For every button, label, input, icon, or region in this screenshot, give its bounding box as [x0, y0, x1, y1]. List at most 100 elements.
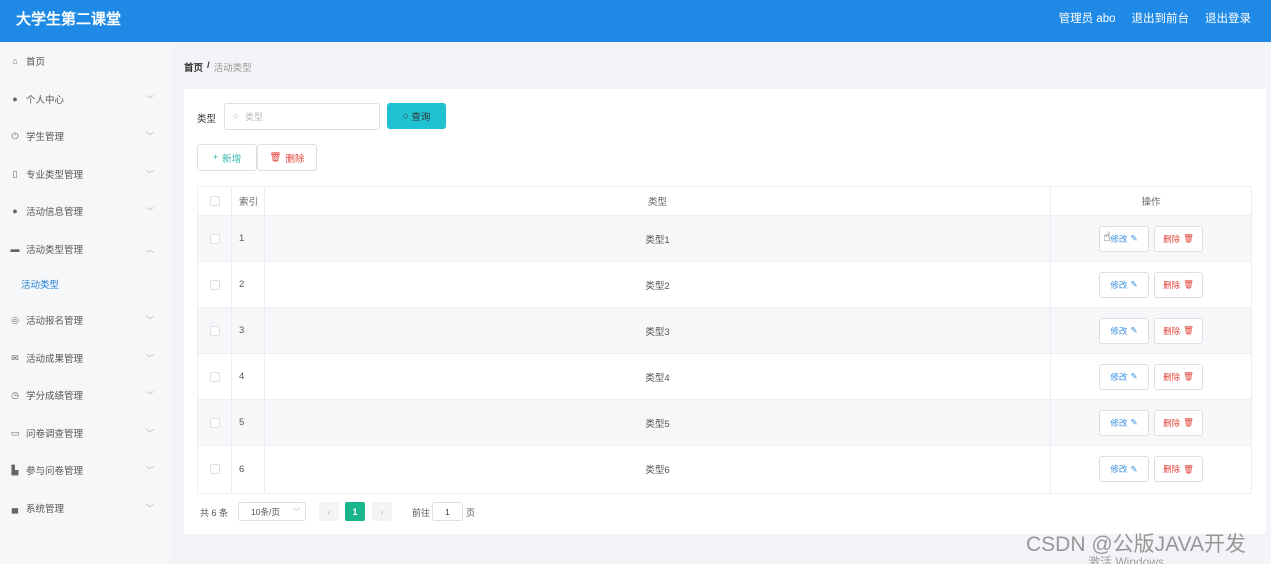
delete-label: 删除 — [1163, 325, 1181, 336]
sidebar-item-label: 活动成果管理 — [26, 354, 84, 365]
sidebar-item-system[interactable]: ▄ 系统管理 ﹀ — [0, 493, 170, 523]
page-number-current[interactable]: 1 — [345, 502, 365, 521]
select-all-checkbox[interactable] — [209, 196, 220, 206]
plus-icon: + — [212, 152, 219, 163]
delete-button[interactable]: 删除 🗑 — [1154, 317, 1203, 344]
add-button[interactable]: + 新增 — [197, 144, 257, 171]
search-icon: ○ — [233, 111, 239, 121]
row-ops: 修改 ✎ 删除 🗑 — [1051, 446, 1251, 492]
top-right-menu: 管理员 abo 退出到前台 退出登录 — [1059, 10, 1251, 26]
delete-label: 删除 — [1163, 417, 1181, 428]
pin-icon: ● — [12, 206, 18, 216]
sidebar-item-results[interactable]: ✉ 活动成果管理 ﹀ — [0, 343, 170, 373]
trash-icon: 🗑 — [1183, 371, 1194, 381]
edit-button[interactable]: 修改 ✎ — [1099, 363, 1149, 390]
chevron-down-icon: ﹀ — [146, 465, 154, 475]
row-checkbox[interactable] — [209, 417, 220, 428]
breadcrumb-separator: / — [207, 60, 210, 71]
table-row: 6 类型6 修改 ✎ 删除 🗑 — [198, 446, 1251, 492]
row-checkbox[interactable] — [209, 325, 220, 336]
edit-label: 修改 — [1110, 371, 1128, 382]
row-checkbox[interactable] — [209, 233, 220, 244]
trash-icon: 🗑 — [1183, 325, 1194, 335]
data-table: 索引 类型 操作 1 类型1 修改 ✎ 删除 🗑 2 类型2 修改 ✎ 删除 🗑 3 类… — [197, 186, 1252, 494]
edit-button[interactable]: 修改 ✎ — [1099, 317, 1149, 344]
sidebar-item-students[interactable]: ⏻ 学生管理 ﹀ — [0, 121, 170, 151]
edit-icon: ✎ — [1130, 325, 1138, 335]
prev-page-button[interactable]: ‹ — [319, 502, 339, 521]
sidebar-item-label: 问卷调查管理 — [26, 429, 84, 440]
sidebar-item-label: 个人中心 — [26, 95, 65, 106]
sidebar-item-label: 参与问卷管理 — [26, 466, 84, 477]
delete-button[interactable]: 删除 🗑 — [1154, 363, 1203, 390]
logout-link[interactable]: 退出登录 — [1205, 10, 1251, 26]
bulk-delete-button[interactable]: 🗑 删除 — [257, 144, 317, 171]
trash-icon: 🗑 — [1183, 279, 1194, 289]
delete-button[interactable]: 删除 🗑 — [1154, 456, 1203, 482]
row-index: 2 — [232, 262, 265, 307]
query-button[interactable]: ○ 查询 — [387, 103, 446, 129]
breadcrumb-current: 活动类型 — [213, 63, 252, 74]
breadcrumb-home[interactable]: 首页 — [184, 60, 203, 74]
delete-button[interactable]: 删除 🗑 — [1154, 271, 1203, 298]
sidebar-subitem-activity-type[interactable]: 活动类型 — [0, 271, 170, 297]
edit-label: 修改 — [1110, 417, 1128, 428]
globe-icon: ◎ — [11, 314, 19, 325]
goto-page-input[interactable] — [432, 502, 463, 521]
search-field[interactable]: ○ — [224, 103, 380, 130]
sidebar-item-survey-participation[interactable]: ▙ 参与问卷管理 ﹀ — [0, 455, 170, 485]
sidebar-item-registration[interactable]: ◎ 活动报名管理 ﹀ — [0, 305, 170, 335]
power-icon: ⏻ — [11, 130, 19, 141]
windows-activation-text: 激活 Windows — [1088, 555, 1165, 564]
goto-label: 前往 — [412, 508, 431, 518]
sidebar-item-personal[interactable]: ● 个人中心 ﹀ — [0, 84, 170, 114]
sidebar-item-credits[interactable]: ◷ 学分成绩管理 ﹀ — [0, 380, 170, 410]
row-checkbox[interactable] — [209, 279, 220, 290]
sidebar-item-label: 首页 — [26, 57, 46, 68]
edit-button[interactable]: 修改 ✎ — [1099, 456, 1149, 482]
row-checkbox[interactable] — [209, 464, 220, 474]
delete-label: 删除 — [1163, 464, 1181, 474]
sidebar-item-label: 学生管理 — [26, 132, 65, 143]
sidebar-item-survey[interactable]: ▭ 问卷调查管理 ﹀ — [0, 418, 170, 448]
edit-icon: ✎ — [1130, 279, 1138, 289]
page-size-value: 10条/页 — [251, 506, 280, 517]
bulk-delete-label: 删除 — [285, 153, 305, 165]
edit-label: 修改 — [1110, 233, 1128, 244]
page-suffix: 页 — [466, 508, 476, 518]
delete-button[interactable]: 删除 🗑 — [1154, 225, 1203, 252]
row-checkbox[interactable] — [209, 371, 220, 382]
chevron-down-icon: ﹀ — [146, 353, 154, 363]
header-check-cell — [198, 187, 232, 215]
clock-icon: ◷ — [11, 389, 19, 400]
page-size-select[interactable]: 10条/页 ﹀ — [238, 502, 306, 521]
edit-button[interactable]: 修改 ✎ — [1099, 409, 1149, 436]
delete-label: 删除 — [1163, 371, 1181, 382]
sidebar-item-activity-types[interactable]: ▬ 活动类型管理 ︿ — [0, 234, 170, 264]
search-label: 类型 — [197, 114, 217, 125]
row-index: 4 — [232, 354, 265, 399]
query-button-label: 查询 — [411, 112, 431, 123]
row-ops: 修改 ✎ 删除 🗑 — [1051, 354, 1251, 399]
chevron-left-icon: ‹ — [327, 506, 331, 517]
admin-name[interactable]: 管理员 abo — [1059, 10, 1116, 26]
table-row: 1 类型1 修改 ✎ 删除 🗑 — [198, 216, 1251, 262]
row-ops: 修改 ✎ 删除 🗑 — [1051, 216, 1251, 261]
app-title: 大学生第二课堂 — [16, 11, 122, 28]
row-type: 类型4 — [265, 354, 1051, 399]
row-index: 1 — [232, 216, 265, 261]
delete-button[interactable]: 删除 🗑 — [1154, 409, 1203, 436]
front-link[interactable]: 退出到前台 — [1132, 10, 1190, 26]
cart-icon: ▙ — [11, 464, 19, 475]
chevron-down-icon: ﹀ — [146, 503, 154, 513]
next-page-button[interactable]: › — [372, 502, 392, 521]
edit-button[interactable]: 修改 ✎ — [1099, 271, 1149, 298]
search-input[interactable] — [245, 108, 375, 126]
row-index: 5 — [232, 400, 265, 445]
sidebar-item-label: 学分成绩管理 — [26, 391, 84, 402]
sidebar-item-activity-info[interactable]: ● 活动信息管理 ﹀ — [0, 196, 170, 226]
sidebar-item-major-types[interactable]: ▯ 专业类型管理 ﹀ — [0, 159, 170, 189]
sidebar-item-home[interactable]: ⌂ 首页 — [0, 46, 170, 76]
message-icon: ▬ — [10, 244, 20, 254]
sidebar-item-label: 专业类型管理 — [26, 170, 84, 181]
